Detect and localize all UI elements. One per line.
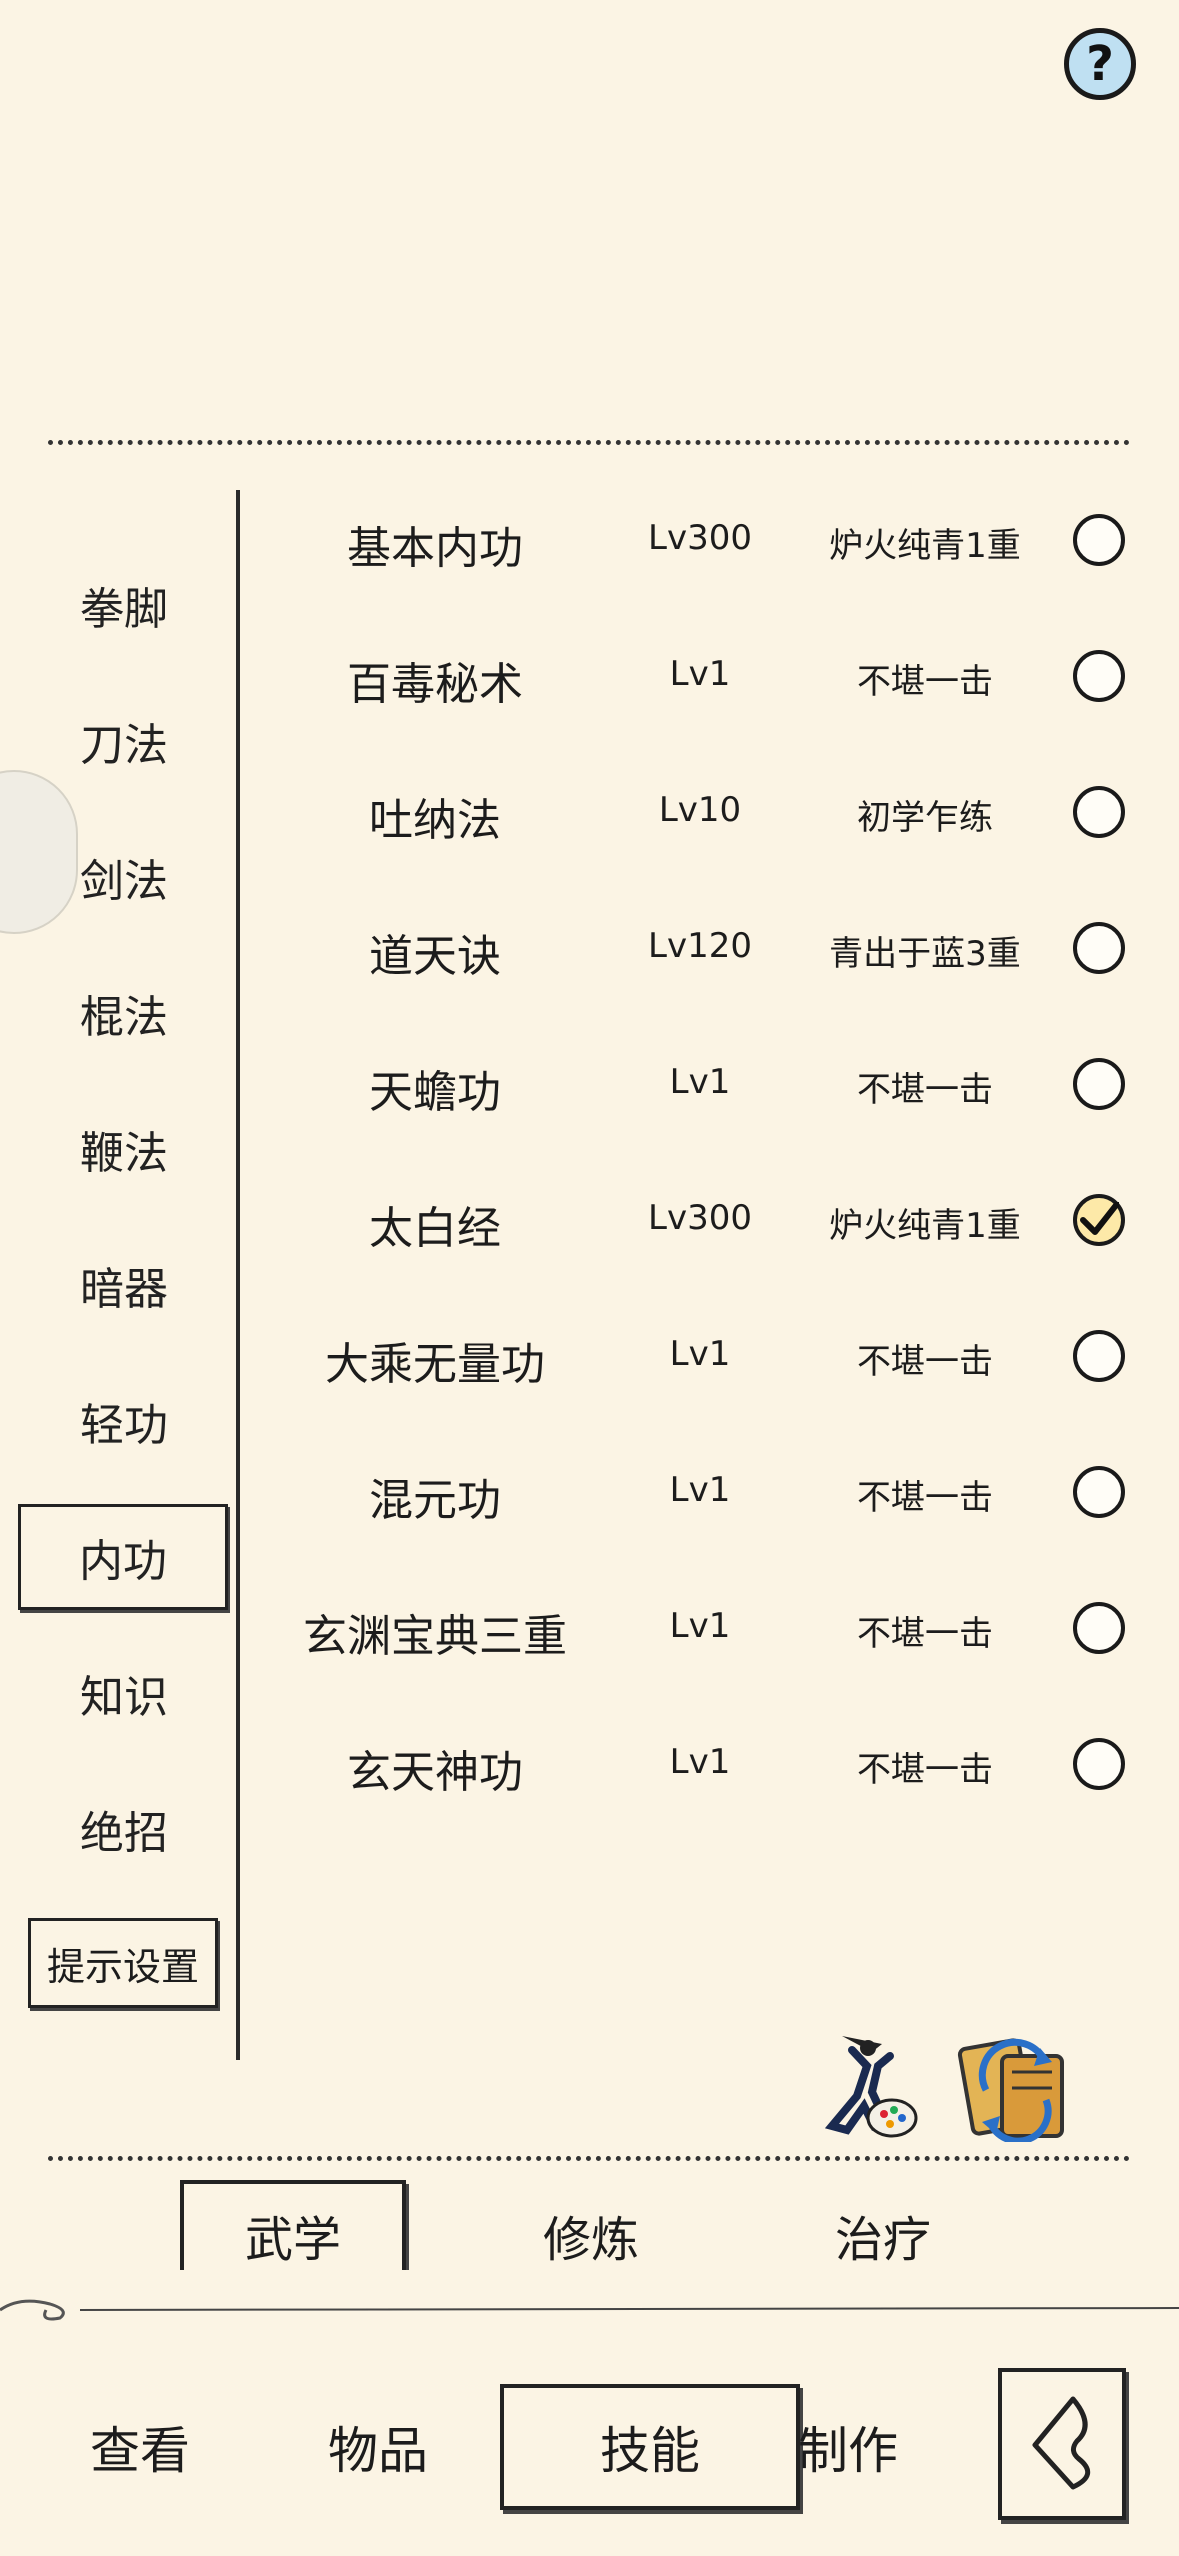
skill-rank: 青出于蓝3重 [829, 934, 1021, 974]
skill-level: Lv120 [648, 926, 752, 966]
skill-level: Lv1 [669, 1334, 731, 1374]
decorative-brush-strip [0, 2270, 1179, 2330]
radio-button[interactable] [1073, 1466, 1125, 1518]
scroll-swap-icon[interactable] [956, 2030, 1074, 2145]
skill-level: Lv300 [648, 1198, 752, 1238]
skill-rank: 不堪一击 [857, 1478, 993, 1518]
bottom-divider [48, 2156, 1130, 2161]
skill-row[interactable]: 太白经 Lv300 炉火纯青1重 [240, 1164, 1140, 1274]
skill-row[interactable]: 百毒秘术 Lv1 不堪一击 [240, 620, 1140, 730]
skill-name: 道天诀 [369, 931, 501, 982]
skill-level: Lv1 [669, 1062, 731, 1102]
skill-name: 吐纳法 [369, 795, 501, 846]
category-item[interactable]: 绝招 [20, 1776, 228, 1882]
category-item[interactable]: 轻功 [20, 1368, 228, 1474]
radio-button[interactable] [1073, 514, 1125, 566]
skill-name: 基本内功 [347, 523, 523, 574]
category-item[interactable]: 内功 [18, 1504, 228, 1610]
skill-name: 大乘无量功 [325, 1339, 545, 1390]
radio-button[interactable] [1073, 922, 1125, 974]
skill-row[interactable]: 混元功 Lv1 不堪一击 [240, 1436, 1140, 1546]
skill-level: Lv1 [669, 1742, 731, 1782]
skill-row[interactable]: 基本内功 Lv300 炉火纯青1重 [240, 484, 1140, 594]
category-item[interactable]: 鞭法 [20, 1096, 228, 1202]
tip-settings-button[interactable]: 提示设置 [28, 1918, 218, 2008]
warrior-palette-icon[interactable] [812, 2026, 922, 2142]
skill-rank: 炉火纯青1重 [829, 1206, 1021, 1246]
radio-button[interactable] [1073, 1330, 1125, 1382]
skill-row[interactable]: 道天诀 Lv120 青出于蓝3重 [240, 892, 1140, 1002]
skill-rank: 不堪一击 [857, 1070, 993, 1110]
category-item[interactable]: 刀法 [20, 688, 228, 794]
tab-craft[interactable]: 制作 [698, 2384, 998, 2510]
radio-button[interactable] [1073, 1602, 1125, 1654]
back-arrow-icon[interactable] [998, 2368, 1126, 2520]
help-icon[interactable]: ? [1064, 28, 1136, 100]
category-item[interactable]: 剑法 [20, 824, 228, 930]
skill-level: Lv1 [669, 654, 731, 694]
skill-row[interactable]: 吐纳法 Lv10 初学乍练 [240, 756, 1140, 866]
skill-rank: 不堪一击 [857, 662, 993, 702]
skill-name: 混元功 [369, 1475, 501, 1526]
category-item[interactable]: 知识 [20, 1640, 228, 1746]
skill-rank: 不堪一击 [857, 1750, 993, 1790]
skill-rank: 炉火纯青1重 [829, 526, 1021, 566]
skill-rank: 不堪一击 [857, 1342, 993, 1382]
skill-row[interactable]: 天蟾功 Lv1 不堪一击 [240, 1028, 1140, 1138]
skill-row[interactable]: 玄天神功 Lv1 不堪一击 [240, 1708, 1140, 1818]
radio-button[interactable] [1073, 1058, 1125, 1110]
skill-rank: 不堪一击 [857, 1614, 993, 1654]
skill-level: Lv1 [669, 1470, 731, 1510]
skill-level: Lv10 [658, 790, 742, 830]
skill-row[interactable]: 大乘无量功 Lv1 不堪一击 [240, 1300, 1140, 1410]
skill-rank: 初学乍练 [857, 798, 993, 838]
radio-button[interactable] [1073, 786, 1125, 838]
skill-name: 玄渊宝典三重 [303, 1611, 567, 1662]
skill-name: 玄天神功 [347, 1747, 523, 1798]
tab-items[interactable]: 物品 [228, 2384, 528, 2510]
category-item[interactable]: 暗器 [20, 1232, 228, 1338]
skill-name: 天蟾功 [369, 1067, 501, 1118]
category-item[interactable]: 棍法 [20, 960, 228, 1066]
skill-level: Lv1 [669, 1606, 731, 1646]
skill-name: 百毒秘术 [347, 659, 523, 710]
skill-row[interactable]: 玄渊宝典三重 Lv1 不堪一击 [240, 1572, 1140, 1682]
skill-name: 太白经 [369, 1203, 501, 1254]
skill-level: Lv300 [648, 518, 752, 558]
top-divider [48, 440, 1130, 445]
radio-button[interactable] [1073, 1738, 1125, 1790]
category-item[interactable]: 拳脚 [20, 552, 228, 658]
checkmark-icon[interactable] [1073, 1194, 1125, 1246]
radio-button[interactable] [1073, 650, 1125, 702]
